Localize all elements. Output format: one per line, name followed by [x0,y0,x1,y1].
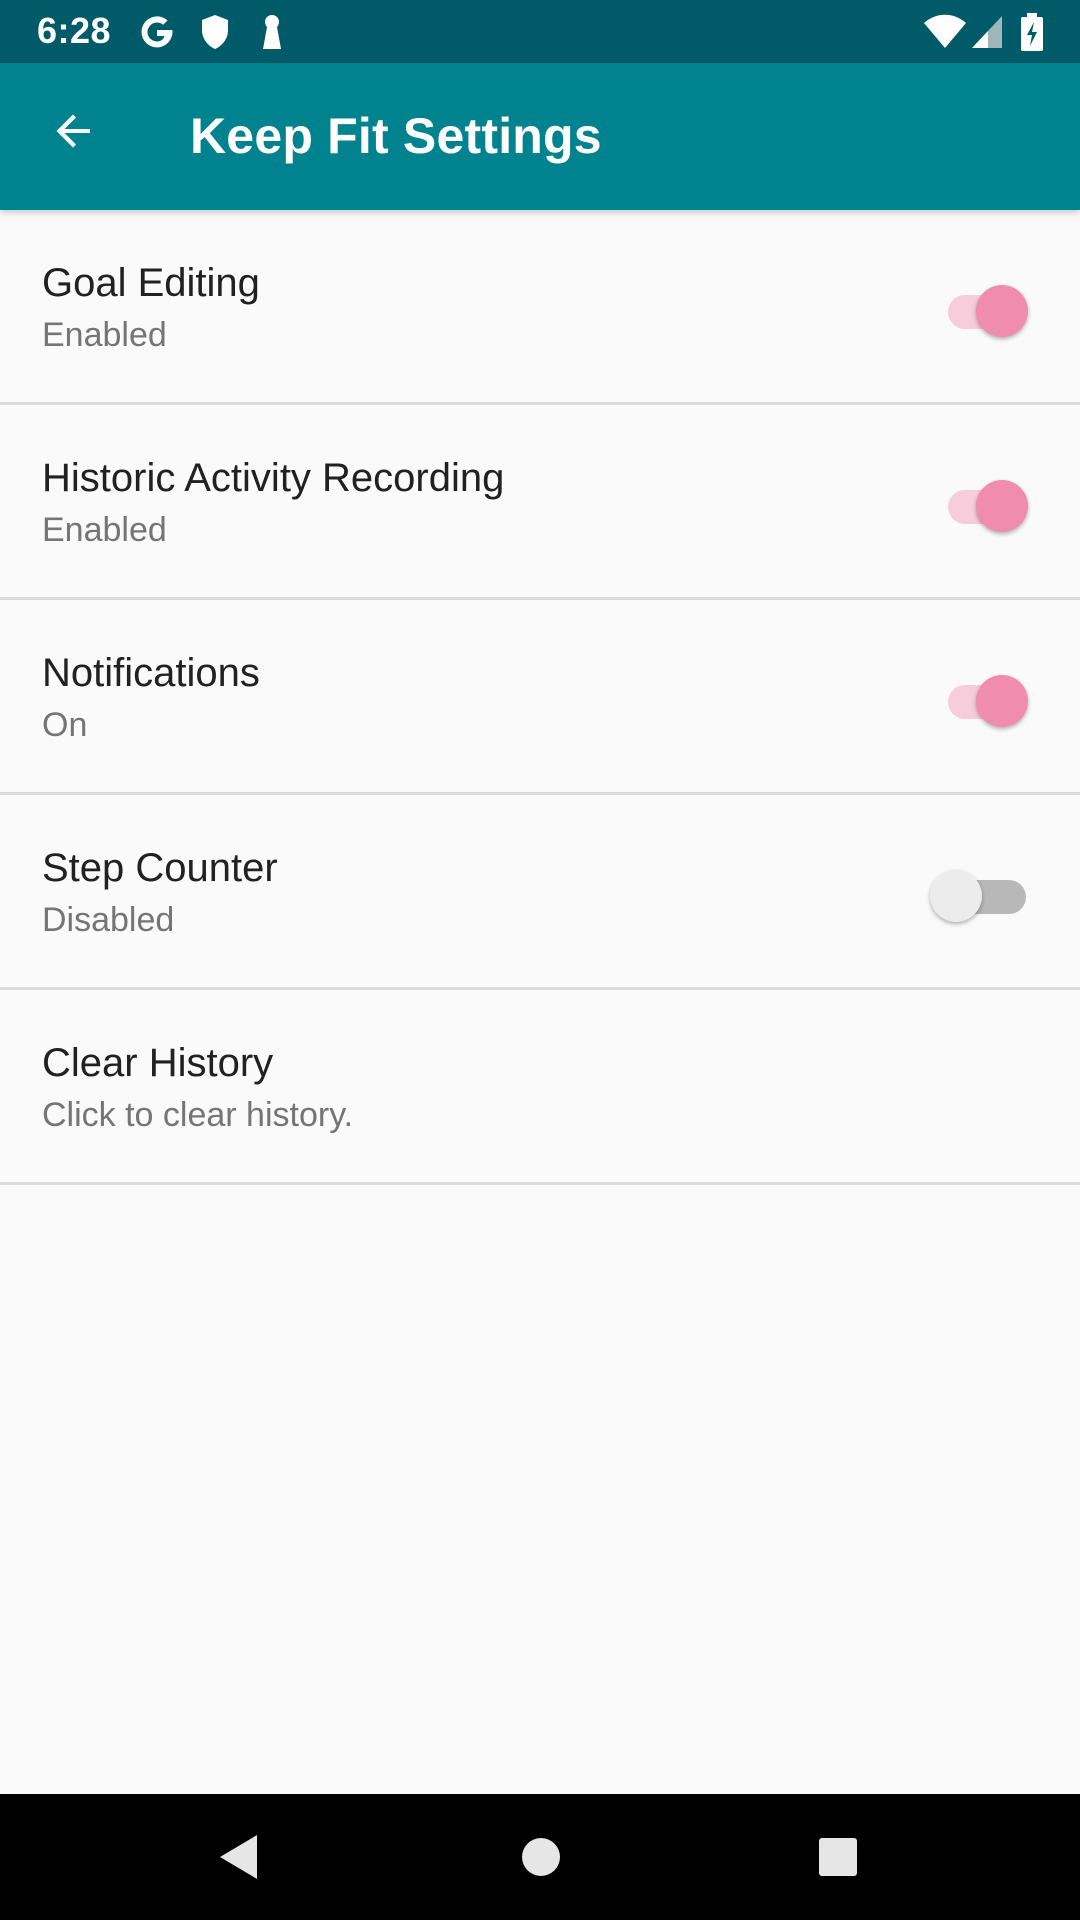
setting-historic-activity-recording[interactable]: Historic Activity Recording Enabled [0,405,1080,600]
shield-icon [199,12,231,52]
switch-thumb [976,480,1028,532]
setting-title: Notifications [42,651,260,695]
back-button[interactable] [38,95,110,167]
status-time: 6:28 [37,10,112,51]
step-counter-switch[interactable] [930,863,1032,927]
setting-title: Historic Activity Recording [42,456,505,500]
goal-editing-switch[interactable] [940,278,1032,342]
setting-notifications[interactable]: Notifications On [0,600,1080,795]
setting-title: Clear History [42,1041,274,1085]
status-bar: 6:28 [0,0,1080,63]
nav-recents-button[interactable] [808,1827,868,1887]
setting-title: Goal Editing [42,261,260,305]
setting-title: Step Counter [42,846,278,890]
switch-thumb [976,675,1028,727]
cell-signal-icon [970,12,1004,52]
nav-recents-icon [819,1838,857,1876]
arrow-back-icon [56,114,90,148]
setting-summary: Enabled [42,511,167,549]
google-icon [137,12,177,52]
historic-activity-recording-switch[interactable] [940,473,1032,537]
setting-summary: Disabled [42,901,175,939]
nav-back-button[interactable] [209,1827,269,1887]
wifi-icon [923,12,967,52]
setting-step-counter[interactable]: Step Counter Disabled [0,795,1080,990]
nav-home-button[interactable] [511,1827,571,1887]
page-title: Keep Fit Settings [190,108,602,164]
switch-thumb [930,870,982,922]
keyhole-icon [258,12,286,52]
setting-clear-history[interactable]: Clear History Click to clear history. [0,990,1080,1185]
settings-screen: 6:28 Keep Fit Settings Goal Editing Enab… [0,0,1080,1920]
nav-back-icon [220,1835,257,1879]
switch-thumb [976,285,1028,337]
setting-summary: On [42,706,88,744]
nav-home-icon [522,1838,560,1876]
setting-summary: Click to clear history. [42,1096,354,1134]
notifications-switch[interactable] [940,668,1032,732]
setting-summary: Enabled [42,316,167,354]
settings-list: Goal Editing Enabled Historic Activity R… [0,210,1080,1185]
battery-charging-icon [1019,12,1045,52]
setting-goal-editing[interactable]: Goal Editing Enabled [0,210,1080,405]
app-bar: Keep Fit Settings [0,63,1080,210]
navigation-bar [0,1794,1080,1920]
